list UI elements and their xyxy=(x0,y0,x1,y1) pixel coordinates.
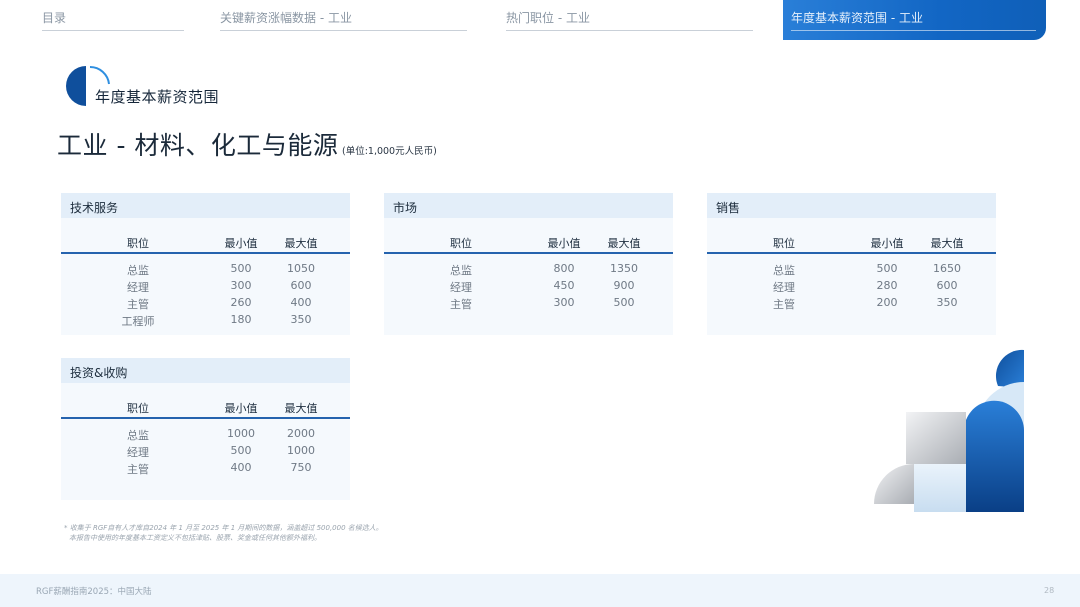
cell-max: 600 xyxy=(290,279,312,292)
decorative-shapes-graphic xyxy=(874,349,1024,512)
salary-table-investment-acquisition: 投资&收购 职位 最小值 最大值 总监 1000 2000 经理 500 100… xyxy=(61,358,350,500)
salary-table-tech-services: 技术服务 职位 最小值 最大值 总监 500 1050 经理 300 600 主… xyxy=(61,193,350,335)
cell-max: 1650 xyxy=(933,262,961,275)
nav-item-label: 热门职位 - 工业 xyxy=(506,11,590,25)
nav-item-contents[interactable]: 目录 xyxy=(42,0,184,31)
cell-role: 总监 xyxy=(773,264,795,277)
table-title: 市场 xyxy=(393,201,418,215)
cell-role: 经理 xyxy=(773,281,795,294)
page-number: 28 xyxy=(1044,586,1055,595)
column-header-max: 最大值 xyxy=(930,237,964,250)
footnote-source: * 收集于 RGF自有人才库自2024 年 1 月至 2025 年 1 月期间的… xyxy=(64,524,383,532)
nav-item-label: 目录 xyxy=(42,11,67,25)
table-title: 投资&收购 xyxy=(70,366,128,380)
header-rule xyxy=(707,252,996,254)
nav-item-key-salary-data[interactable]: 关键薪资涨幅数据 - 工业 xyxy=(220,0,467,31)
salary-table-marketing: 市场 职位 最小值 最大值 总监 800 1350 经理 450 900 主管 … xyxy=(384,193,673,335)
footnote-definition: 本报告中使用的年度基本工资定义不包括津贴、股票、奖金或任何其他额外福利。 xyxy=(69,534,321,542)
cell-role: 经理 xyxy=(127,446,149,459)
table-header: 投资&收购 xyxy=(61,358,350,383)
table-title: 技术服务 xyxy=(70,201,119,215)
table-header: 市场 xyxy=(384,193,673,218)
cell-max: 900 xyxy=(613,279,635,292)
column-header-max: 最大值 xyxy=(284,237,318,250)
column-header-max: 最大值 xyxy=(607,237,641,250)
cell-max: 500 xyxy=(613,296,635,309)
cell-max: 750 xyxy=(290,461,312,474)
column-header-role: 职位 xyxy=(773,237,795,250)
unit-note: (单位:1,000元人民币) xyxy=(342,146,437,157)
cell-role: 经理 xyxy=(450,281,472,294)
cell-role: 主管 xyxy=(127,463,149,476)
nav-item-label: 年度基本薪资范围 - 工业 xyxy=(791,11,923,25)
column-header-role: 职位 xyxy=(127,237,149,250)
footer-report-title: RGF薪酬指南2025：中国大陆 xyxy=(36,587,152,597)
table-header: 销售 xyxy=(707,193,996,218)
column-header-role: 职位 xyxy=(450,237,472,250)
cell-max: 350 xyxy=(936,296,958,309)
header-rule xyxy=(61,417,350,419)
cell-max: 1000 xyxy=(287,444,315,457)
cell-role: 主管 xyxy=(450,298,472,311)
cell-role: 总监 xyxy=(450,264,472,277)
nav-item-hot-jobs[interactable]: 热门职位 - 工业 xyxy=(506,0,753,31)
cell-role: 总监 xyxy=(127,429,149,442)
salary-table-sales: 销售 职位 最小值 最大值 总监 500 1650 经理 280 600 主管 … xyxy=(707,193,996,335)
nav-underline xyxy=(791,30,1036,31)
cell-max: 2000 xyxy=(287,427,315,440)
cell-role: 经理 xyxy=(127,281,149,294)
table-header: 技术服务 xyxy=(61,193,350,218)
column-header-max: 最大值 xyxy=(284,402,318,415)
page-footer: RGF薪酬指南2025：中国大陆 28 xyxy=(0,574,1080,607)
column-header-role: 职位 xyxy=(127,402,149,415)
page-title: 工业 - 材料、化工与能源 xyxy=(57,131,339,160)
nav-item-label: 关键薪资涨幅数据 - 工业 xyxy=(220,11,352,25)
table-title: 销售 xyxy=(716,201,741,215)
cell-role: 主管 xyxy=(127,298,149,311)
cell-max: 400 xyxy=(290,296,312,309)
cell-role: 总监 xyxy=(127,264,149,277)
header-rule xyxy=(384,252,673,254)
section-label: 年度基本薪资范围 xyxy=(95,88,220,106)
cell-max: 350 xyxy=(290,313,312,326)
cell-max: 1350 xyxy=(610,262,638,275)
cell-role: 工程师 xyxy=(121,315,155,328)
header-rule xyxy=(61,252,350,254)
nav-item-annual-salary-active[interactable]: 年度基本薪资范围 - 工业 xyxy=(783,0,1046,40)
cell-role: 主管 xyxy=(773,298,795,311)
cell-max: 1050 xyxy=(287,262,315,275)
cell-max: 600 xyxy=(936,279,958,292)
